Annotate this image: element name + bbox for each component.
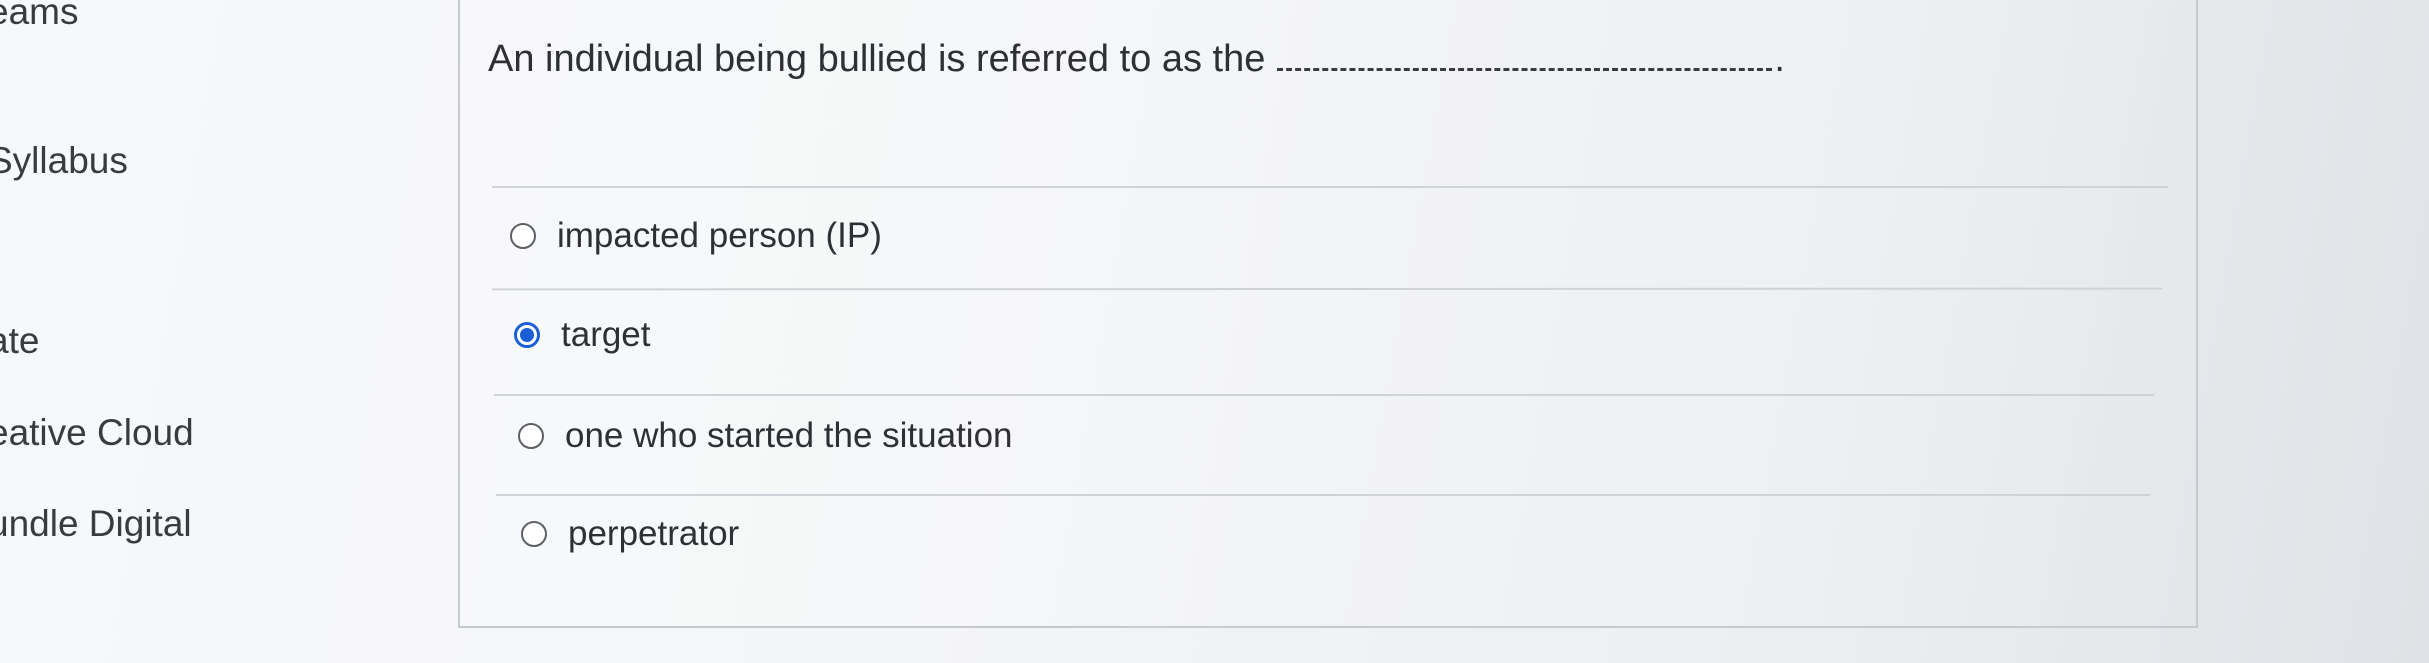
- answer-option-2[interactable]: target: [514, 315, 651, 355]
- sidebar-item-syllabus[interactable]: Syllabus: [0, 140, 128, 182]
- radio-button[interactable]: [521, 521, 547, 547]
- sidebar-item-bundle-digital[interactable]: undle Digital: [0, 503, 192, 545]
- radio-button-selected[interactable]: [514, 322, 540, 348]
- divider: [496, 494, 2150, 496]
- question-text: An individual being bullied is referred …: [488, 38, 1266, 80]
- answer-label: impacted person (IP): [557, 216, 882, 255]
- sidebar-item-ate[interactable]: ate: [0, 320, 39, 362]
- divider: [494, 394, 2154, 396]
- answer-option-1[interactable]: impacted person (IP): [510, 216, 882, 256]
- sidebar-item-creative-cloud[interactable]: eative Cloud: [0, 412, 194, 454]
- blank-period: .: [1774, 38, 1785, 80]
- question-prompt: An individual being bullied is referred …: [488, 38, 1785, 81]
- answer-label: target: [561, 315, 651, 354]
- answer-option-3[interactable]: one who started the situation: [518, 416, 1013, 456]
- answer-label: one who started the situation: [565, 416, 1013, 455]
- radio-button[interactable]: [518, 423, 544, 449]
- answer-label: perpetrator: [568, 514, 740, 553]
- answer-option-4[interactable]: perpetrator: [521, 514, 739, 554]
- sidebar-item-teams[interactable]: eams: [0, 0, 78, 33]
- answer-blank: [1277, 66, 1773, 71]
- divider: [492, 186, 2168, 188]
- course-sidebar: eams Syllabus ate eative Cloud undle Dig…: [0, 0, 440, 663]
- radio-button[interactable]: [510, 223, 536, 249]
